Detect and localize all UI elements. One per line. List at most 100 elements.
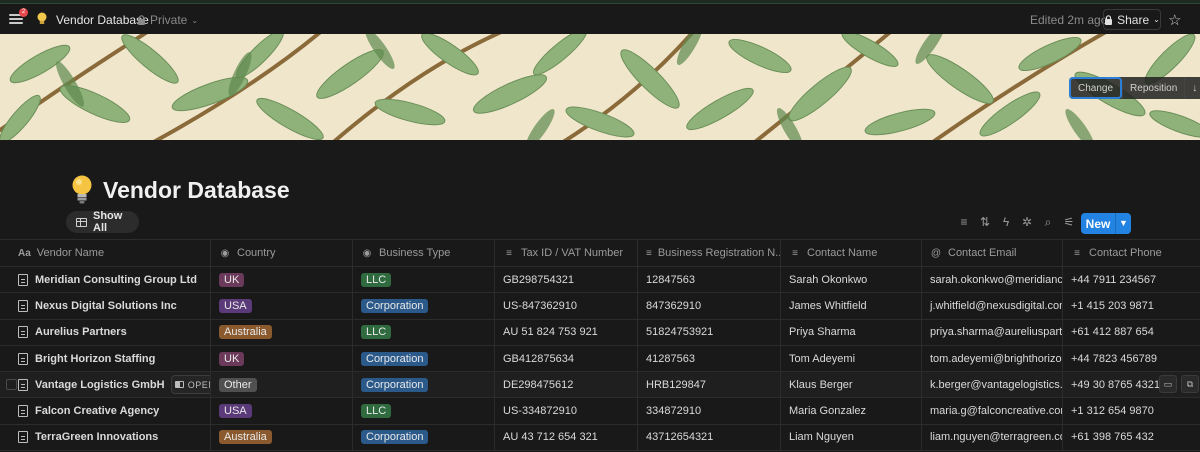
column-header-contact-phone[interactable]: ≡ Contact Phone [1063,240,1200,266]
vendor-name-cell[interactable]: TerraGreen Innovations [10,424,211,451]
search-icon[interactable]: ⌕ [1041,214,1055,230]
notification-badge: 2 [19,8,28,17]
contact-name-cell[interactable]: Liam Nguyen [781,424,922,451]
chevron-down-icon[interactable]: ▼ [1115,213,1131,234]
column-header-contact-name[interactable]: ≡ Contact Name [781,240,922,266]
comment-icon[interactable]: ▭ [1159,375,1177,394]
contact-name-cell[interactable]: James Whitfield [781,293,922,319]
ai-sparkle-icon[interactable]: ✲ [1020,214,1034,230]
column-header-business-type[interactable]: ◉ Business Type [353,240,495,266]
tax-id-cell[interactable]: DE298475612 [495,372,638,398]
table-row[interactable]: Bright Horizon Staffing UK Corporation G… [0,345,1200,373]
column-header-tax-id[interactable]: ≡ Tax ID / VAT Number [495,240,638,266]
business-type-cell[interactable]: Corporation [353,372,495,398]
contact-email-cell[interactable]: j.whitfield@nexusdigital.com [922,293,1063,319]
contact-email-cell[interactable]: maria.g@falconcreative.com [922,398,1063,424]
automation-icon[interactable]: ϟ [999,214,1013,230]
tax-id-cell[interactable]: AU 51 824 753 921 [495,319,638,345]
business-type-cell[interactable]: LLC [353,267,495,293]
edited-timestamp: Edited 2m ago [1030,13,1108,27]
open-row-button[interactable]: OPEN [171,375,210,395]
vendor-name-cell[interactable]: Aurelius Partners [10,319,211,345]
contact-email-cell[interactable]: sarah.okonkwo@meridiancg.co [922,267,1063,293]
country-cell[interactable]: Other [211,372,353,398]
contact-email-cell[interactable]: priya.sharma@aureliuspartners [922,319,1063,345]
new-button[interactable]: New ▼ [1081,213,1131,234]
registration-cell[interactable]: HRB129847 [638,372,781,398]
country-cell[interactable]: Australia [211,424,353,451]
contact-phone-cell[interactable]: +44 7823 456789 [1063,346,1200,371]
contact-phone-cell[interactable]: +1 312 654 9870 [1063,398,1200,423]
table-row[interactable]: TerraGreen Innovations Australia Corpora… [0,424,1200,452]
tax-id-cell[interactable]: GB412875634 [495,345,638,372]
contact-phone-cell[interactable]: +61 398 765 432 [1063,425,1200,450]
vendor-name-cell[interactable]: Nexus Digital Solutions Inc [10,293,211,319]
view-tab-show-all[interactable]: Show All [66,210,139,234]
country-cell[interactable]: UK [211,345,353,372]
tax-id-cell[interactable]: US-334872910 [495,398,638,424]
contact-name-cell[interactable]: Sarah Okonkwo [781,267,922,293]
country-tag: UK [219,272,245,287]
lightbulb-icon[interactable] [70,175,94,205]
registration-cell[interactable]: 43712654321 [638,424,781,451]
share-button[interactable]: Share ⌄ [1103,9,1161,30]
country-cell[interactable]: USA [211,398,353,424]
table-row[interactable]: Meridian Consulting Group Ltd UK LLC GB2… [0,267,1200,294]
business-type-cell[interactable]: LLC [353,398,495,424]
contact-name-cell[interactable]: Klaus Berger [781,372,922,398]
download-icon[interactable]: ↓ [1184,77,1200,99]
contact-name-cell[interactable]: Priya Sharma [781,319,922,345]
country-cell[interactable]: USA [211,293,353,319]
country-cell[interactable]: Australia [211,319,353,345]
reposition-cover-button[interactable]: Reposition [1122,77,1184,99]
tax-id-cell[interactable]: US-847362910 [495,293,638,319]
business-type-cell[interactable]: Corporation [353,424,495,451]
vendor-name-cell[interactable]: Falcon Creative Agency [10,398,211,424]
vendor-name-cell[interactable]: Meridian Consulting Group Ltd [10,267,211,293]
page-title[interactable]: Vendor Database [103,177,290,204]
tax-id-cell[interactable]: GB298754321 [495,267,638,293]
contact-phone-cell[interactable]: +44 7911 234567 [1063,267,1200,292]
favorite-star-icon[interactable]: ☆ [1168,11,1181,29]
leaf-pattern [0,34,1200,140]
vendor-name: Meridian Consulting Group Ltd [35,273,197,286]
contact-phone-cell[interactable]: +1 415 203 9871 [1063,293,1200,318]
country-cell[interactable]: UK [211,267,353,293]
registration-cell[interactable]: 51824753921 [638,319,781,345]
privacy-selector[interactable]: Private ⌄ [137,13,198,27]
table-row[interactable]: Falcon Creative Agency USA LLC US-334872… [0,398,1200,425]
vendor-name-cell[interactable]: Bright Horizon Staffing [10,345,211,372]
business-type-cell[interactable]: LLC [353,319,495,345]
page-icon [18,299,28,312]
column-header-contact-email[interactable]: @ Contact Email [922,240,1063,266]
registration-cell[interactable]: 12847563 [638,267,781,293]
business-type-cell[interactable]: Corporation [353,345,495,372]
contact-email-cell[interactable]: k.berger@vantagelogistics.de [922,372,1063,398]
contact-email-cell[interactable]: liam.nguyen@terragreen.com.a [922,424,1063,451]
registration-cell[interactable]: 334872910 [638,398,781,424]
contact-email-cell[interactable]: tom.adeyemi@brighthorizon.co [922,345,1063,372]
country-tag: Other [219,377,257,392]
vendor-name-cell[interactable]: Vantage Logistics GmbH OPEN [10,372,211,398]
column-header-vendor-name[interactable]: Aa Vendor Name [10,240,211,266]
table-row[interactable]: Vantage Logistics GmbH OPEN Other Corpor… [0,372,1200,399]
breadcrumb-page-title[interactable]: Vendor Database [56,13,149,27]
contact-phone-cell[interactable]: +61 412 887 654 [1063,320,1200,345]
registration-cell[interactable]: 41287563 [638,345,781,372]
tax-id-cell[interactable]: AU 43 712 654 321 [495,424,638,451]
business-type-cell[interactable]: Corporation [353,293,495,319]
table-row[interactable]: Aurelius Partners Australia LLC AU 51 82… [0,319,1200,346]
page-icon [18,378,28,391]
contact-name-cell[interactable]: Tom Adeyemi [781,345,922,372]
contact-name-cell[interactable]: Maria Gonzalez [781,398,922,424]
page-icon [18,431,28,444]
change-cover-button[interactable]: Change [1069,77,1123,99]
settings-sliders-icon[interactable]: ⚟ [1062,214,1076,230]
filter-icon[interactable]: ≡ [957,214,971,230]
column-header-registration[interactable]: ≡ Business Registration N... [638,240,781,266]
sort-icon[interactable]: ⇅ [978,214,992,230]
column-header-country[interactable]: ◉ Country [211,240,353,266]
table-row[interactable]: Nexus Digital Solutions Inc USA Corporat… [0,293,1200,320]
copy-icon[interactable]: ⧉ [1181,375,1199,394]
registration-cell[interactable]: 847362910 [638,293,781,319]
